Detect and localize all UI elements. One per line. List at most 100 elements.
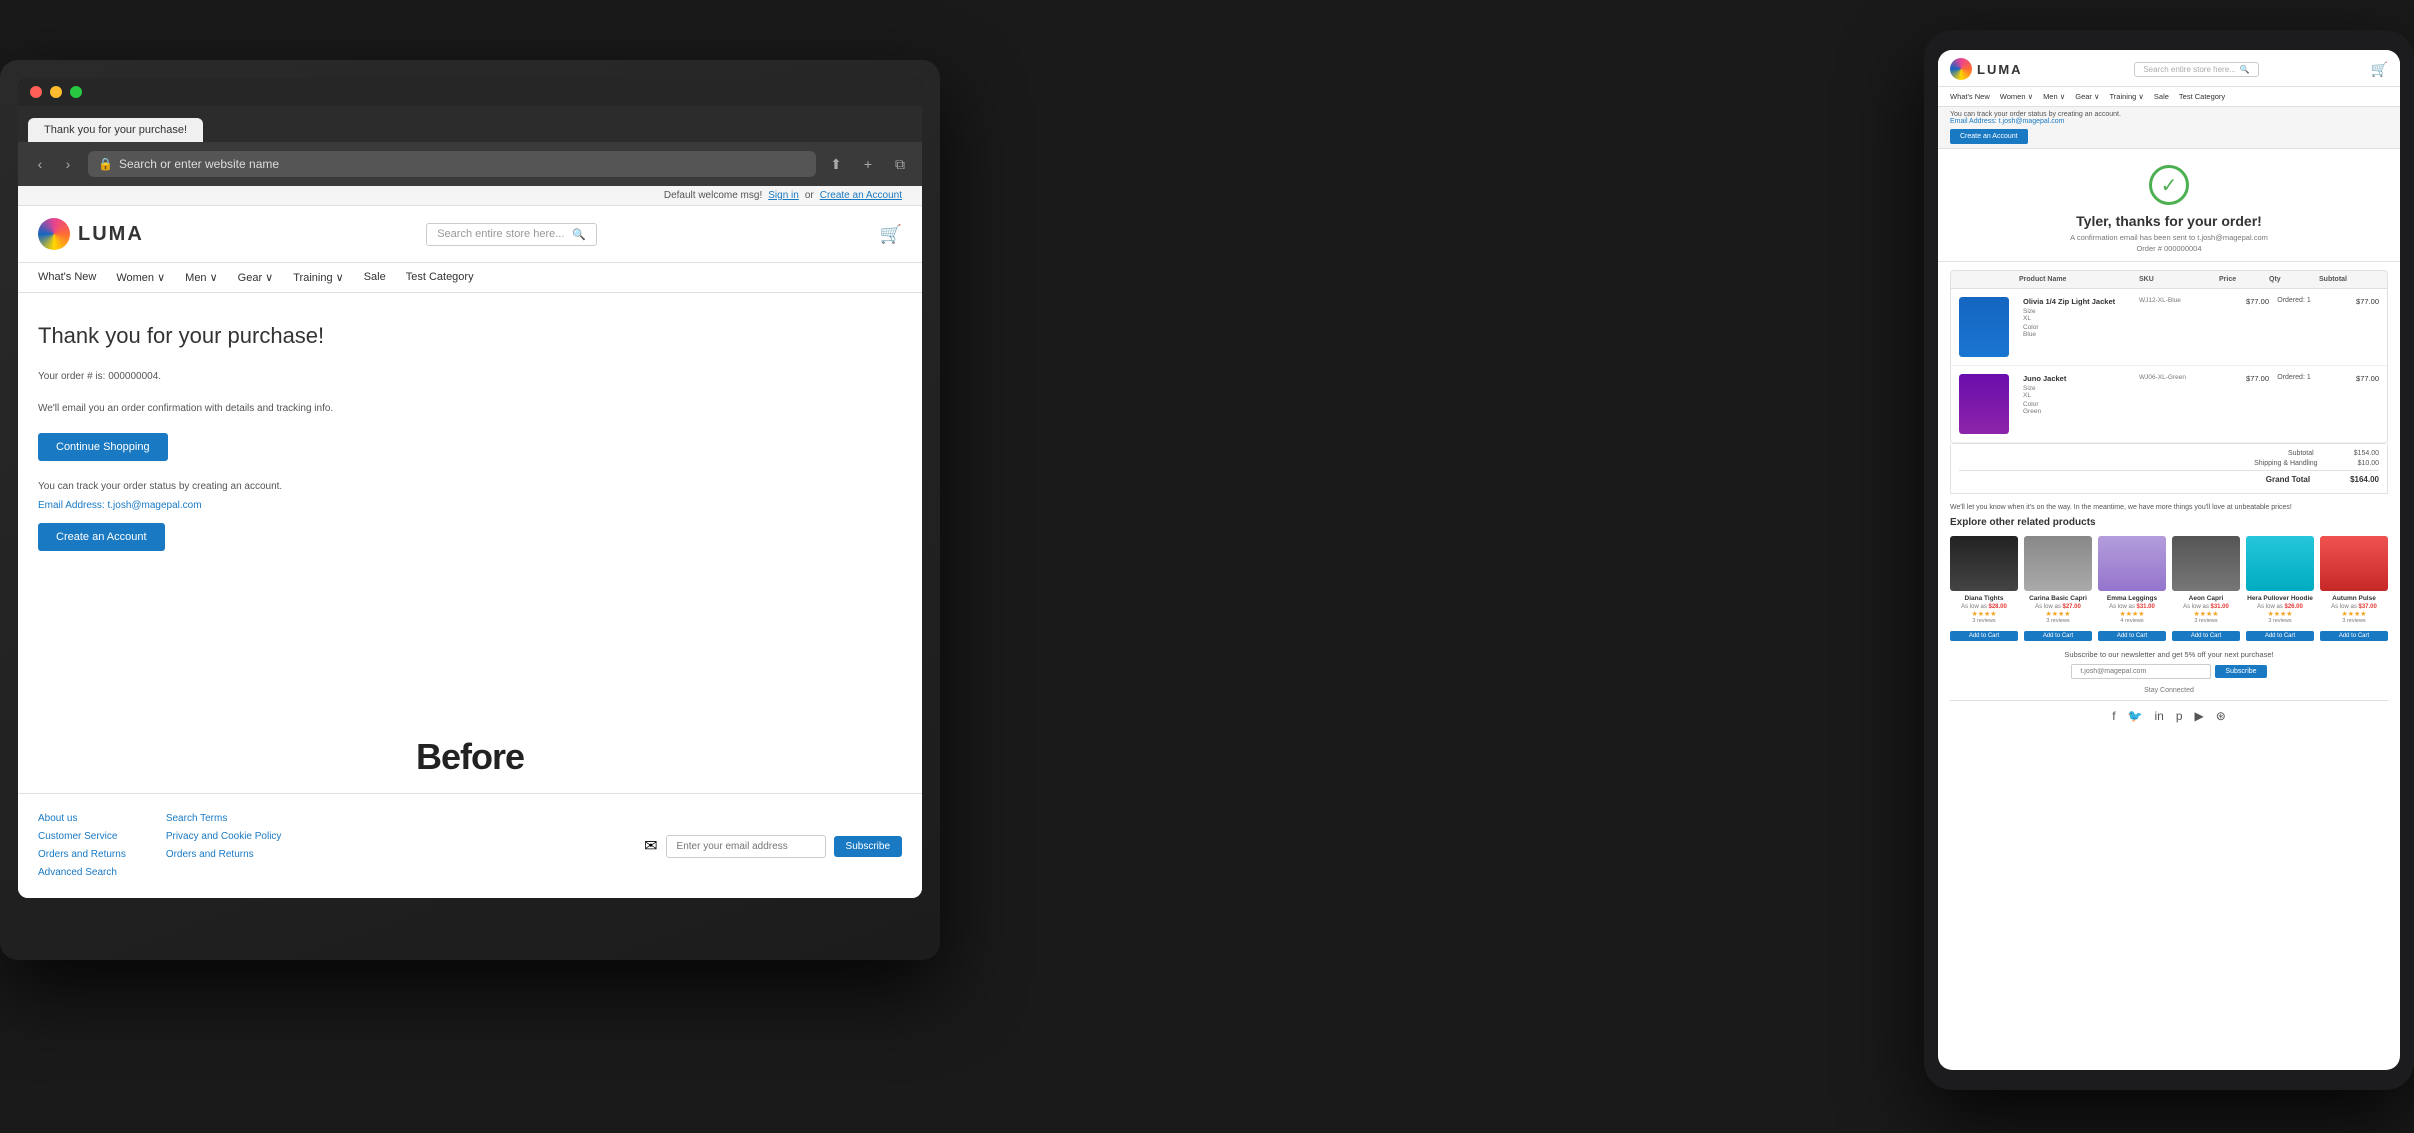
nav-test-category[interactable]: Test Category [406, 271, 474, 284]
product-card-stars-3: ★★★★ [2098, 610, 2166, 618]
product-card-stars-2: ★★★★ [2024, 610, 2092, 618]
nav-training[interactable]: Training ∨ [293, 271, 343, 284]
tablet-create-account-button[interactable]: Create an Account [1950, 129, 2028, 144]
share-button[interactable]: ⬆ [824, 152, 848, 176]
nav-whats-new[interactable]: What's New [38, 271, 96, 284]
grand-total-row: Grand Total $164.00 [1959, 470, 2379, 484]
mac-fullscreen-dot[interactable] [70, 86, 82, 98]
github-icon[interactable]: ⊛ [2216, 709, 2226, 723]
footer-advanced-search[interactable]: Advanced Search [38, 864, 126, 882]
newsletter-section: Subscribe to our newsletter and get 5% o… [1950, 650, 2388, 679]
product-info-2: Juno Jacket SizeXL ColorGreen [2019, 374, 2139, 415]
before-label: Before [416, 736, 524, 778]
footer-about-us[interactable]: About us [38, 810, 126, 828]
tablet-nav-whats-new[interactable]: What's New [1950, 92, 1990, 101]
footer-customer-service[interactable]: Customer Service [38, 828, 126, 846]
tablet-nav-test-category[interactable]: Test Category [2179, 92, 2225, 101]
footer-search-terms[interactable]: Search Terms [166, 810, 282, 828]
order-confirmation-subtitle: A confirmation email has been sent to t.… [1950, 233, 2388, 242]
product-card-stars-6: ★★★★ [2320, 610, 2388, 618]
list-item: Aeon Capri As low as $31.00 ★★★★ 3 revie… [2172, 536, 2240, 642]
product-card-name-3: Emma Leggings [2098, 595, 2166, 602]
footer-orders-returns[interactable]: Orders and Returns [38, 846, 126, 864]
tablet-nav-training[interactable]: Training ∨ [2109, 92, 2143, 101]
product-size-1: SizeXL [2023, 308, 2139, 322]
product-card-image-6 [2320, 536, 2388, 591]
product-name-2: Juno Jacket [2023, 374, 2139, 383]
footer-subscribe-button[interactable]: Subscribe [834, 836, 902, 857]
nav-sale[interactable]: Sale [364, 271, 386, 284]
cart-icon[interactable]: 🛒 [880, 224, 902, 245]
footer-privacy[interactable]: Privacy and Cookie Policy [166, 828, 282, 846]
pinterest-icon[interactable]: p [2176, 709, 2183, 723]
linkedin-icon[interactable]: in [2154, 709, 2163, 723]
or-separator: or [805, 190, 814, 201]
tablet-nav-men[interactable]: Men ∨ [2043, 92, 2065, 101]
tablet-search-bar[interactable]: Search entire store here... 🔍 [2134, 62, 2258, 77]
forward-button[interactable]: › [56, 152, 80, 176]
tablet-nav-gear[interactable]: Gear ∨ [2075, 92, 2099, 101]
add-to-cart-button-3[interactable]: Add to Cart [2098, 631, 2166, 641]
facebook-icon[interactable]: f [2112, 709, 2115, 723]
mac-topbar [18, 78, 922, 106]
mac-minimize-dot[interactable] [50, 86, 62, 98]
mac-close-dot[interactable] [30, 86, 42, 98]
order-totals: Subtotal $154.00 Shipping & Handling $10… [1950, 444, 2388, 494]
order-table-header: Product Name SKU Price Qty Subtotal [1951, 271, 2387, 289]
laptop-body: Thank you for your purchase! ‹ › 🔒 Searc… [0, 60, 940, 960]
product-subtotal-2: $77.00 [2319, 374, 2379, 383]
add-to-cart-button-1[interactable]: Add to Cart [1950, 631, 2018, 641]
add-to-cart-button-6[interactable]: Add to Cart [2320, 631, 2388, 641]
col-qty: Qty [2269, 276, 2319, 283]
table-row: Olivia 1/4 Zip Light Jacket SizeXL Color… [1951, 289, 2387, 366]
product-card-name-6: Autumn Pulse [2320, 595, 2388, 602]
laptop-screen-bezel: Thank you for your purchase! ‹ › 🔒 Searc… [18, 78, 922, 898]
tablet-account-bar: You can track your order status by creat… [1938, 107, 2400, 149]
shipping-value: $10.00 [2358, 460, 2379, 467]
search-placeholder: Search entire store here... [437, 228, 564, 240]
footer-subscribe-area: ✉ Subscribe [644, 810, 902, 882]
product-card-reviews-4: 3 reviews [2172, 618, 2240, 624]
list-item: Carina Basic Capri As low as $27.00 ★★★★… [2024, 536, 2092, 642]
nav-women[interactable]: Women ∨ [116, 271, 165, 284]
newsletter-subscribe-button[interactable]: Subscribe [2215, 665, 2266, 678]
tablet-nav-sale[interactable]: Sale [2154, 92, 2169, 101]
footer-email-input[interactable] [666, 835, 826, 858]
product-card-stars-5: ★★★★ [2246, 610, 2314, 618]
store-search[interactable]: Search entire store here... 🔍 [426, 223, 597, 246]
create-account-link[interactable]: Create an Account [820, 190, 902, 201]
order-thanks-title: Tyler, thanks for your order! [1950, 213, 2388, 229]
footer-col-2: Search Terms Privacy and Cookie Policy O… [166, 810, 282, 882]
newsletter-email-input[interactable] [2071, 664, 2211, 679]
nav-gear[interactable]: Gear ∨ [238, 271, 274, 284]
product-subtotal-1: $77.00 [2319, 297, 2379, 306]
list-item: Autumn Pulse As low as $37.00 ★★★★ 3 rev… [2320, 536, 2388, 642]
browser-tab[interactable]: Thank you for your purchase! [28, 118, 203, 142]
sign-in-link[interactable]: Sign in [768, 190, 799, 201]
add-to-cart-button-2[interactable]: Add to Cart [2024, 631, 2092, 641]
add-to-cart-button-4[interactable]: Add to Cart [2172, 631, 2240, 641]
newsletter-form: Subscribe [1950, 664, 2388, 679]
product-image-1 [1959, 297, 2009, 357]
twitter-icon[interactable]: 🐦 [2128, 709, 2143, 723]
new-tab-button[interactable]: + [856, 152, 880, 176]
welcome-message: Default welcome msg! [664, 190, 762, 201]
create-account-button[interactable]: Create an Account [38, 523, 165, 551]
add-to-cart-button-5[interactable]: Add to Cart [2246, 631, 2314, 641]
product-card-image-3 [2098, 536, 2166, 591]
product-image-2 [1959, 374, 2009, 434]
tablet-nav-women[interactable]: Women ∨ [2000, 92, 2033, 101]
tablet-luma-logo: LUMA [1950, 58, 2023, 80]
nav-men[interactable]: Men ∨ [185, 271, 218, 284]
continue-shopping-button[interactable]: Continue Shopping [38, 433, 168, 461]
store-welcome-bar: Default welcome msg! Sign in or Create a… [18, 186, 922, 206]
youtube-icon[interactable]: ▶ [2195, 709, 2204, 723]
footer-orders-returns-2[interactable]: Orders and Returns [166, 846, 282, 864]
search-icon[interactable]: 🔍 [572, 228, 586, 241]
address-bar[interactable]: 🔒 Search or enter website name [88, 151, 816, 177]
subtotal-row: Subtotal $154.00 [1959, 450, 2379, 457]
tablet-cart-icon[interactable]: 🛒 [2371, 61, 2388, 78]
tabs-button[interactable]: ⧉ [888, 152, 912, 176]
back-button[interactable]: ‹ [28, 152, 52, 176]
grand-total-label: Grand Total [2266, 475, 2310, 484]
